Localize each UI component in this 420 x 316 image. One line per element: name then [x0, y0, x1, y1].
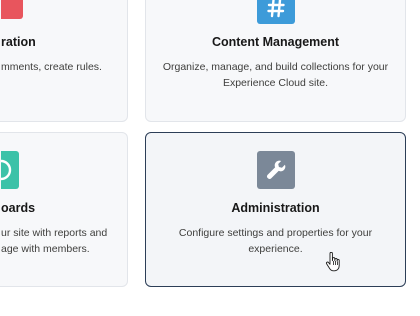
desc-line: experience. [248, 243, 303, 255]
card-title: Content Management [211, 35, 340, 49]
desc-line: Configure settings and properties for yo… [178, 227, 373, 239]
desc-line: Experience Cloud site. [222, 77, 329, 89]
card-moderation[interactable]: ration mments, create rules. [0, 0, 128, 122]
desc-line: ur site with reports and [1, 227, 108, 239]
desc-line: Organize, manage, and build collections … [162, 61, 389, 73]
card-dashboards[interactable]: oards ur site with reports and age with … [0, 132, 128, 287]
card-description: Configure settings and properties for yo… [146, 225, 405, 257]
card-title: oards [1, 201, 36, 215]
partial-red-icon [1, 0, 23, 19]
card-title: ration [1, 35, 36, 49]
card-description: Organize, manage, and build collections … [146, 59, 405, 91]
hashtag-icon [257, 0, 295, 24]
card-administration[interactable]: Administration Configure settings and pr… [145, 132, 406, 287]
card-description: ur site with reports and age with member… [1, 225, 107, 257]
dashboard-icon [1, 151, 19, 189]
wrench-icon [257, 151, 295, 189]
hand-pointer-icon [325, 251, 341, 272]
card-description: mments, create rules. [1, 61, 102, 73]
desc-line: age with members. [1, 243, 90, 255]
card-title: Administration [231, 201, 320, 215]
card-content-management[interactable]: Content Management Organize, manage, and… [145, 0, 406, 122]
